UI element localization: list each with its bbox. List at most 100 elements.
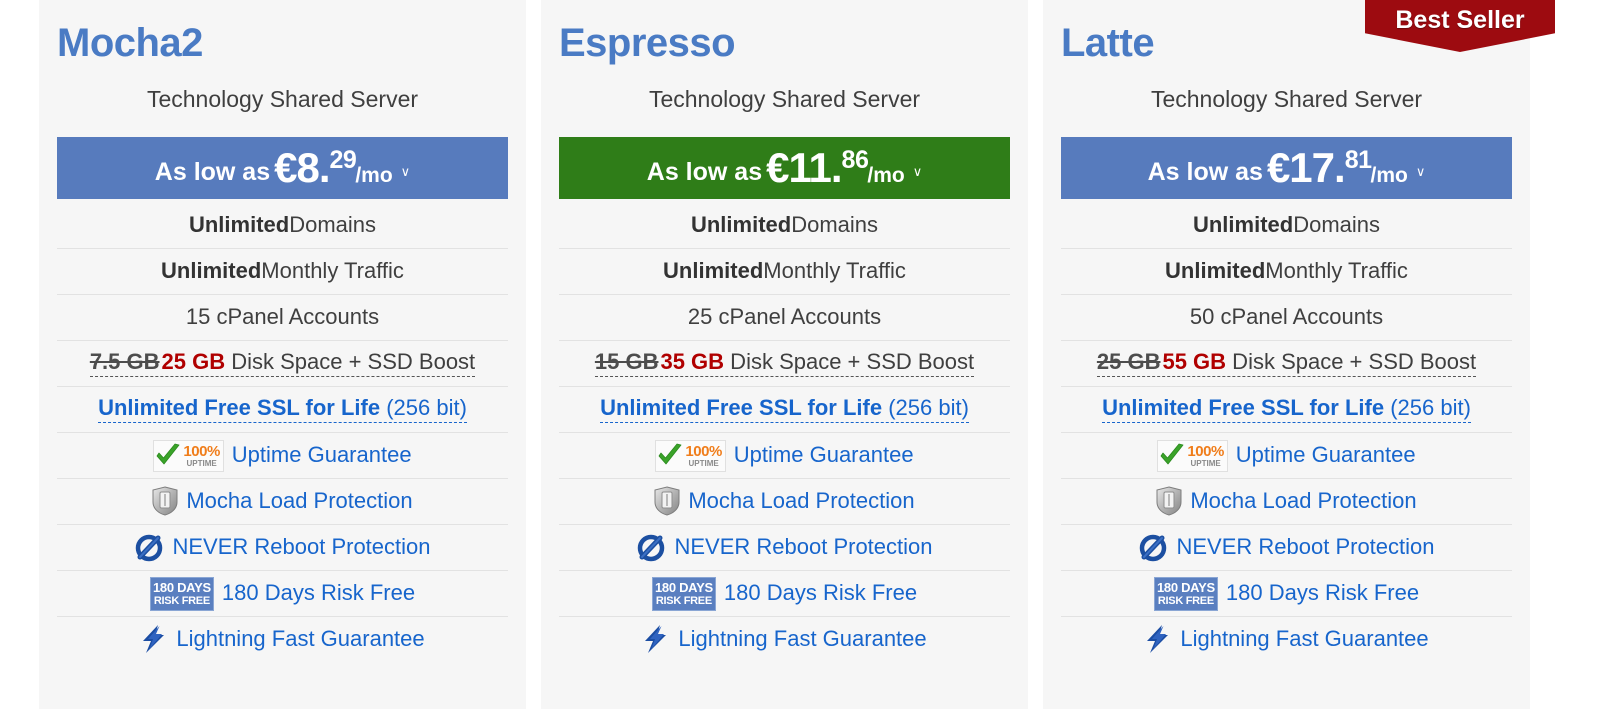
green-check-icon [157,443,180,465]
feature-load-protection[interactable]: Mocha Load Protection [57,477,508,524]
green-check-icon [659,443,682,465]
chevron-down-icon[interactable]: ∨ [913,164,923,180]
disk-space-new: 55 GB [1162,349,1227,375]
risk-line-2: RISK FREE [655,595,712,608]
no-reboot-icon [136,534,163,562]
plan-card-mocha2: Mocha2 Technology Shared Server As low as €… [39,0,526,709]
feature-list: Unlimited Domains Unlimited Monthly Traff… [1043,203,1530,662]
feature-disk-space[interactable]: 25 GB55 GB Disk Space + SSD Boost [1061,339,1512,386]
shield-icon [152,486,178,516]
disk-space-old: 7.5 GB [89,349,160,375]
feature-risk-free[interactable]: 180 DAYS RISK FREE 180 Days Risk Free [559,569,1010,616]
domains-qty: Unlimited [690,212,792,238]
lightning-label[interactable]: Lightning Fast Guarantee [1180,626,1428,651]
risk-line-1: 180 DAYS [152,580,211,596]
feature-load-protection[interactable]: Mocha Load Protection [1061,477,1512,524]
plan-subtitle: Technology Shared Server [146,86,419,112]
uptime-percent: 100% [685,443,722,461]
uptime-percent: 100% [1187,443,1224,461]
ssl-bold: Unlimited Free SSL for Life [98,395,381,421]
shield-icon [654,486,680,516]
feature-reboot-protection[interactable]: NEVER Reboot Protection [559,523,1010,570]
feature-uptime[interactable]: 100% UPTIME Uptime Guarantee [1061,431,1512,478]
disk-space-new: 35 GB [660,349,725,375]
chevron-down-icon[interactable]: ∨ [1416,164,1426,180]
chevron-down-icon[interactable]: ∨ [401,164,411,180]
risk-free-label[interactable]: 180 Days Risk Free [222,580,415,605]
ssl-bold: Unlimited Free SSL for Life [600,395,883,421]
feature-disk-space[interactable]: 7.5 GB25 GB Disk Space + SSD Boost [57,339,508,386]
as-low-as-label: As low as [1147,157,1263,186]
traffic-qty: Unlimited [1165,258,1266,284]
feature-ssl[interactable]: Unlimited Free SSL for Life (256 bit) [57,385,508,432]
plan-name: Mocha2 [57,21,203,65]
price-cents: 81 [1344,145,1372,174]
uptime-label[interactable]: Uptime Guarantee [232,442,412,467]
feature-ssl[interactable]: Unlimited Free SSL for Life (256 bit) [1061,385,1512,432]
as-low-as-label: As low as [646,157,763,186]
feature-ssl[interactable]: Unlimited Free SSL for Life (256 bit) [559,385,1010,432]
traffic-qty: Unlimited [663,258,764,284]
reboot-protection-label[interactable]: NEVER Reboot Protection [674,534,932,559]
uptime-label[interactable]: Uptime Guarantee [734,442,914,467]
feature-risk-free[interactable]: 180 DAYS RISK FREE 180 Days Risk Free [57,569,508,616]
domains-qty: Unlimited [188,212,290,238]
ssl-link[interactable]: Unlimited Free SSL for Life (256 bit) [600,395,969,423]
plan-card-latte: Best Seller Latte Technology Shared Server… [1043,0,1555,709]
no-reboot-icon [1140,534,1167,562]
disk-space-tooltip[interactable]: 15 GB35 GB Disk Space + SSD Boost [594,349,975,377]
cpanel-accounts: 25 cPanel Accounts [687,304,882,330]
feature-reboot-protection[interactable]: NEVER Reboot Protection [1061,523,1512,570]
cpanel-accounts: 50 cPanel Accounts [1189,304,1384,330]
load-protection-label[interactable]: Mocha Load Protection [1190,488,1416,513]
domains-text: Domains [289,212,377,238]
cpanel-accounts: 15 cPanel Accounts [185,304,380,330]
reboot-protection-label[interactable]: NEVER Reboot Protection [172,534,430,559]
feature-reboot-protection[interactable]: NEVER Reboot Protection [57,523,508,570]
disk-space-tooltip[interactable]: 7.5 GB25 GB Disk Space + SSD Boost [89,349,476,377]
risk-free-badge-icon: 180 DAYS RISK FREE [651,577,716,612]
reboot-protection-label[interactable]: NEVER Reboot Protection [1176,534,1434,559]
lightning-label[interactable]: Lightning Fast Guarantee [176,626,424,651]
feature-domains: Unlimited Domains [559,203,1010,248]
feature-cpanel: 50 cPanel Accounts [1061,293,1512,340]
ssl-rest: (256 bit) [882,395,969,421]
feature-lightning[interactable]: Lightning Fast Guarantee [1061,615,1512,662]
disk-space-tooltip[interactable]: 25 GB55 GB Disk Space + SSD Boost [1096,349,1477,377]
ssl-rest: (256 bit) [1384,395,1471,421]
uptime-badge-icon: 100% UPTIME [655,440,726,473]
ssl-link[interactable]: Unlimited Free SSL for Life (256 bit) [1102,395,1471,423]
plan-card-espresso: Espresso Technology Shared Server As low a… [541,0,1028,709]
risk-free-label[interactable]: 180 Days Risk Free [724,580,917,605]
price-cents: 86 [841,145,869,174]
lightning-label[interactable]: Lightning Fast Guarantee [678,626,926,651]
feature-risk-free[interactable]: 180 DAYS RISK FREE 180 Days Risk Free [1061,569,1512,616]
risk-free-label[interactable]: 180 Days Risk Free [1226,580,1419,605]
feature-uptime[interactable]: 100% UPTIME Uptime Guarantee [559,431,1010,478]
traffic-text: Monthly Traffic [261,258,404,284]
price-banner[interactable]: As low as €17. 81/mo ∨ [1061,136,1512,199]
uptime-badge-icon: 100% UPTIME [153,440,224,473]
disk-space-text: Disk Space + SSD Boost [225,349,476,375]
ssl-link[interactable]: Unlimited Free SSL for Life (256 bit) [98,395,467,423]
uptime-word: UPTIME [1190,459,1221,469]
feature-uptime[interactable]: 100% UPTIME Uptime Guarantee [57,431,508,478]
price-banner[interactable]: As low as €8. 29/mo ∨ [57,136,508,199]
domains-qty: Unlimited [1192,212,1294,238]
feature-load-protection[interactable]: Mocha Load Protection [559,477,1010,524]
load-protection-label[interactable]: Mocha Load Protection [186,488,412,513]
feature-traffic: Unlimited Monthly Traffic [559,247,1010,294]
feature-lightning[interactable]: Lightning Fast Guarantee [559,615,1010,662]
load-protection-label[interactable]: Mocha Load Protection [688,488,914,513]
uptime-label[interactable]: Uptime Guarantee [1236,442,1416,467]
disk-space-text: Disk Space + SSD Boost [1226,349,1477,375]
feature-lightning[interactable]: Lightning Fast Guarantee [57,615,508,662]
domains-text: Domains [1293,212,1381,238]
disk-space-old: 15 GB [594,349,659,375]
plan-header: Mocha2 Technology Shared Server [39,0,526,114]
feature-list: Unlimited Domains Unlimited Monthly Traff… [541,203,1028,662]
price-banner[interactable]: As low as €11. 86/mo ∨ [559,136,1010,199]
lightning-bolt-icon [1147,625,1169,654]
feature-disk-space[interactable]: 15 GB35 GB Disk Space + SSD Boost [559,339,1010,386]
disk-space-text: Disk Space + SSD Boost [724,349,975,375]
